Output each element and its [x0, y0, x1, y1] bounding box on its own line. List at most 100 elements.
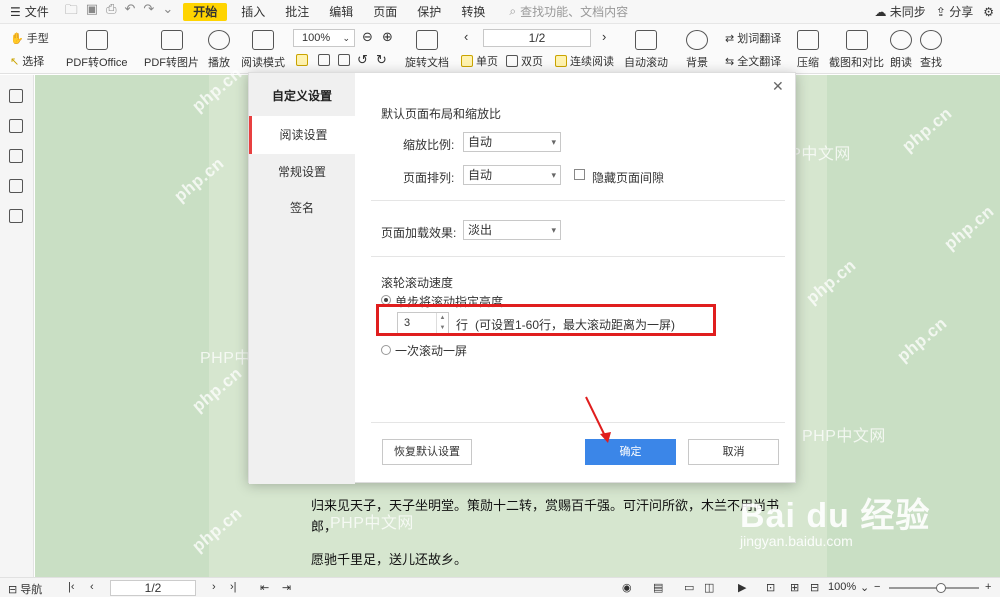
bookmark-icon[interactable]	[9, 89, 23, 103]
redo-icon[interactable]: ↷	[143, 1, 154, 23]
zoom-menu-icon[interactable]: ⌄	[860, 581, 869, 594]
single-page-button[interactable]: 单页	[461, 53, 498, 69]
zoom-in-icon[interactable]: +	[985, 581, 991, 593]
status-page-input[interactable]: 1/2	[110, 580, 196, 596]
nav-reading-settings[interactable]: 阅读设置	[249, 116, 355, 154]
first-page-icon[interactable]: |‹	[68, 581, 75, 593]
tab-annotate[interactable]: 批注	[275, 0, 319, 24]
read-aloud-button[interactable]: 朗读	[890, 30, 912, 70]
fit-page-icon[interactable]: ⊞	[790, 581, 799, 594]
ok-button[interactable]: 确定	[585, 439, 676, 465]
continuous-icon[interactable]: ▤	[653, 581, 663, 594]
print-icon[interactable]: ⎙	[106, 1, 116, 23]
auto-scroll-button[interactable]: 自动滚动	[624, 30, 668, 70]
actual-size-icon[interactable]: ⊡	[766, 581, 775, 594]
tab-convert[interactable]: 转换	[451, 0, 495, 24]
attachment-icon[interactable]	[9, 179, 23, 193]
comment-icon[interactable]	[9, 149, 23, 163]
search-box[interactable]: ⌕ 查找功能、文档内容	[509, 3, 628, 20]
screenshot-compare-button[interactable]: 截图和对比	[829, 30, 884, 70]
continuous-read-label: 连续阅读	[570, 56, 614, 68]
settings-icon[interactable]: ⚙	[983, 5, 994, 19]
zoom-out-icon[interactable]: −	[874, 581, 880, 593]
arrange-select[interactable]: 自动 ▾	[463, 165, 561, 185]
rotate-doc-button[interactable]: 旋转文档	[405, 30, 449, 70]
double-page-icon[interactable]: ◫	[704, 581, 714, 594]
restore-default-button[interactable]: 恢复默认设置	[382, 439, 472, 465]
fit-width-icon[interactable]	[338, 54, 350, 66]
signature-icon[interactable]	[9, 209, 23, 223]
find-button[interactable]: 查找	[920, 30, 942, 70]
open-folder-icon[interactable]: 🗀	[65, 1, 78, 23]
word-translate-button[interactable]: ⇄ 划词翻译	[725, 30, 781, 46]
nav-signature[interactable]: 签名	[249, 189, 355, 227]
zoom-select[interactable]: 自动 ▾	[463, 132, 561, 152]
nav-general-settings[interactable]: 常规设置	[249, 153, 355, 191]
continuous-read-button[interactable]: 连续阅读	[555, 53, 614, 69]
rotate-doc-icon	[416, 30, 438, 50]
tab-edit[interactable]: 编辑	[319, 0, 363, 24]
radio-one-screen[interactable]	[381, 345, 391, 355]
chevron-down-icon[interactable]: ⌄	[162, 1, 173, 23]
pdf-to-office-button[interactable]: PDF转Office	[66, 30, 128, 70]
dialog-title: 自定义设置	[271, 89, 332, 103]
thumbnail-icon[interactable]	[9, 119, 23, 133]
chevron-down-icon: ▾	[551, 137, 556, 147]
status-zoom-value[interactable]: 100%	[828, 581, 856, 593]
sync-button[interactable]: ☁ 未同步	[874, 3, 925, 20]
double-page-button[interactable]: 双页	[506, 53, 543, 69]
screenshot-compare-label: 截图和对比	[829, 57, 884, 69]
last-page-icon[interactable]: ›|	[230, 581, 237, 593]
sync-label: 未同步	[889, 5, 926, 19]
zoom-slider[interactable]	[889, 583, 979, 593]
save-icon[interactable]: ▣	[86, 1, 98, 23]
option-one-screen-label: 一次滚动一屏	[395, 344, 468, 358]
fit-page-icon[interactable]	[318, 54, 330, 66]
next-page-icon[interactable]: ›	[212, 581, 216, 593]
background-button[interactable]: 背景	[686, 30, 708, 70]
full-translate-button[interactable]: ⇆ 全文翻译	[725, 53, 781, 69]
tab-page[interactable]: 页面	[363, 0, 407, 24]
nav-button[interactable]: ⊟ 导航	[8, 581, 42, 597]
zoom-out-icon[interactable]: ⊖	[362, 29, 373, 45]
fit-width-icon[interactable]: ⊟	[810, 581, 819, 594]
play-icon[interactable]: ▶	[738, 581, 746, 594]
zoom-slider-knob[interactable]	[936, 583, 947, 593]
pdf-to-image-button[interactable]: PDF转图片	[144, 30, 199, 70]
prev-page-icon[interactable]: ‹	[464, 29, 468, 44]
baidu-watermark: Bai du 经验 jingyan.baidu.com	[740, 488, 930, 549]
hand-tool-button[interactable]: ✋ 手型	[10, 30, 49, 46]
tab-insert[interactable]: 插入	[231, 0, 275, 24]
load-effect-value: 淡出	[468, 223, 493, 237]
undo-icon[interactable]: ↶	[125, 1, 136, 23]
prev-page-icon[interactable]: ‹	[90, 581, 94, 593]
page-number-input[interactable]: 1/2	[483, 29, 591, 47]
next-page-icon[interactable]: ›	[602, 29, 606, 44]
rotate-doc-label: 旋转文档	[405, 57, 449, 69]
file-menu[interactable]: ☰ 文件	[0, 0, 59, 24]
rotate-right-icon[interactable]: ↻	[376, 52, 387, 68]
eye-icon[interactable]: ◉	[622, 581, 632, 594]
share-button[interactable]: ⇪ 分享	[936, 3, 973, 20]
play-button[interactable]: 播放	[208, 30, 230, 70]
read-aloud-label: 朗读	[890, 57, 912, 69]
read-mode-button[interactable]: 阅读模式	[241, 30, 285, 70]
hide-gap-checkbox[interactable]	[574, 169, 585, 180]
zoom-in-icon[interactable]: ⊕	[382, 29, 393, 45]
compress-button[interactable]: 压缩	[797, 30, 819, 70]
tab-start[interactable]: 开始	[183, 2, 228, 21]
tab-protect[interactable]: 保护	[407, 0, 451, 24]
select-tool-button[interactable]: ↖ 选择	[10, 53, 44, 69]
actual-size-icon[interactable]	[296, 54, 308, 66]
forward-icon[interactable]: ⇥	[282, 581, 291, 594]
load-effect-select[interactable]: 淡出 ▾	[463, 220, 561, 240]
full-translate-label: 全文翻译	[737, 56, 782, 68]
back-icon[interactable]: ⇤	[260, 581, 269, 594]
zoom-value: 100%	[302, 32, 331, 44]
single-page-icon[interactable]: ▭	[684, 581, 694, 594]
search-placeholder: 查找功能、文档内容	[520, 5, 629, 19]
zoom-select[interactable]: 100% ⌄	[293, 29, 355, 47]
rotate-left-icon[interactable]: ↺	[357, 52, 368, 68]
search-icon: ⌕	[509, 4, 517, 18]
cancel-button[interactable]: 取消	[688, 439, 779, 465]
